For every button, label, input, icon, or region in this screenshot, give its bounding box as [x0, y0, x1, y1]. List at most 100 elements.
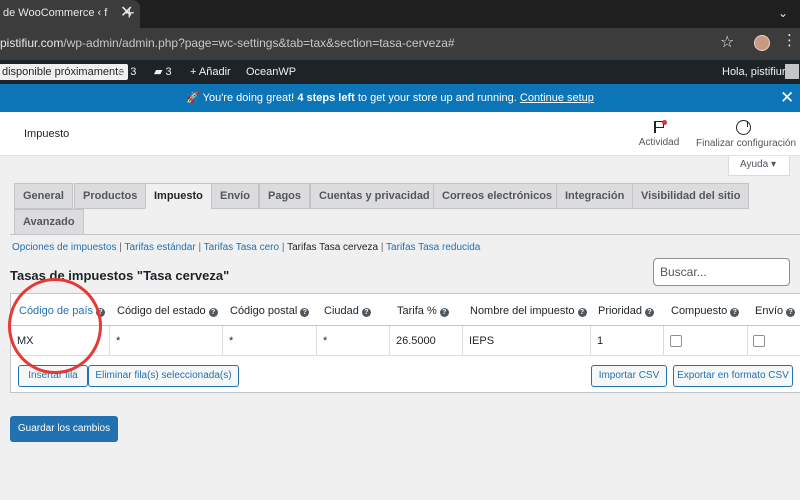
adminbar-notice[interactable]: disponible próximamente	[0, 64, 129, 80]
tab-tax[interactable]: Impuesto	[145, 183, 212, 209]
separator: |	[119, 242, 122, 253]
tab-products[interactable]: Productos	[74, 183, 147, 209]
store-setup-banner: 🚀 You're doing great! 4 steps left to ge…	[0, 84, 800, 112]
cell-priority[interactable]: 1	[591, 326, 664, 356]
help-icon: ?	[439, 308, 449, 317]
subsection-tax-options[interactable]: Opciones de impuestos	[12, 242, 117, 253]
tab-search-icon[interactable]: ⌄	[778, 0, 788, 26]
col-shipping: Envío?	[755, 295, 796, 326]
cell-rate[interactable]: 26.5000	[390, 326, 463, 356]
adminbar-updates[interactable]: ⟳ 3	[118, 60, 136, 84]
cell-postcode[interactable]: *	[223, 326, 317, 356]
activity-button[interactable]: Actividad	[633, 120, 685, 148]
tabs-divider	[10, 234, 800, 235]
cell-state[interactable]: *	[110, 326, 223, 356]
cell-shipping	[748, 326, 800, 356]
tab-accounts-privacy[interactable]: Cuentas y privacidad	[310, 183, 439, 209]
finish-setup-label: Finalizar configuración	[696, 138, 797, 149]
col-country-code[interactable]: Código de país?	[19, 295, 105, 326]
cell-country[interactable]: MX	[11, 326, 110, 356]
browser-tab-bar: de WooCommerce ‹ f ✕ + ⌄	[0, 0, 800, 28]
cell-city[interactable]: *	[317, 326, 390, 356]
notification-dot	[662, 120, 667, 125]
adminbar-add-new[interactable]: + Añadir	[190, 60, 231, 84]
url-field[interactable]: pistifiur.com/wp-admin/admin.php?page=wc…	[0, 36, 455, 50]
url-host: pistifiur.com	[0, 36, 64, 50]
col-compound: Compuesto?	[671, 295, 740, 326]
separator: |	[380, 242, 384, 253]
tab-payments[interactable]: Pagos	[259, 183, 311, 209]
col-postcode: Código postal?	[230, 295, 310, 326]
shipping-checkbox[interactable]	[753, 335, 765, 347]
banner-message: 🚀 You're doing great! 4 steps left to ge…	[0, 84, 780, 112]
tab-emails[interactable]: Correos electrónicos	[433, 183, 562, 209]
col-priority-label: Prioridad	[598, 305, 643, 317]
subsection-zero-rates[interactable]: Tarifas Tasa cero	[204, 242, 279, 253]
col-postcode-label: Código postal	[230, 305, 298, 317]
banner-text: to get your store up and running.	[357, 92, 517, 104]
search-input[interactable]	[653, 258, 790, 286]
address-bar: pistifiur.com/wp-admin/admin.php?page=wc…	[0, 28, 800, 60]
rocket-icon: 🚀	[186, 92, 200, 104]
col-rate: Tarifa %?	[397, 295, 449, 326]
col-tax-name: Nombre del impuesto?	[470, 295, 587, 326]
adminbar-comments[interactable]: ▰ 3	[154, 60, 172, 84]
col-city-label: Ciudad	[324, 305, 359, 317]
help-icon: ?	[300, 308, 310, 317]
help-tab-button[interactable]: Ayuda ▾	[728, 156, 790, 176]
tab-shipping[interactable]: Envío	[211, 183, 259, 209]
col-country-label: Código de país	[19, 305, 93, 317]
updates-icon: ⟳	[118, 66, 128, 78]
banner-lead: You're doing great!	[202, 92, 295, 104]
section-heading: Tasas de impuestos "Tasa cerveza"	[10, 268, 230, 283]
col-shipping-label: Envío	[755, 305, 784, 317]
close-banner-icon[interactable]: ✕	[780, 88, 794, 108]
user-avatar[interactable]	[785, 64, 799, 79]
adminbar-greeting[interactable]: Hola, pistifiur	[722, 60, 786, 84]
browser-tab[interactable]: de WooCommerce ‹ f	[0, 0, 140, 28]
updates-count: 3	[130, 66, 137, 78]
tab-site-visibility[interactable]: Visibilidad del sitio	[632, 183, 750, 209]
help-icon: ?	[645, 308, 655, 317]
subsection-reduced-rates[interactable]: Tarifas Tasa reducida	[386, 242, 480, 253]
wp-admin-bar: disponible próximamente ⟳ 3 ▰ 3 + Añadir…	[0, 60, 800, 84]
comments-count: 3	[165, 66, 172, 78]
import-csv-button[interactable]: Importar CSV	[591, 365, 667, 387]
new-tab-icon[interactable]: +	[124, 0, 135, 26]
cell-compound	[664, 326, 748, 356]
help-icon: ?	[208, 308, 218, 317]
compound-checkbox[interactable]	[670, 335, 682, 347]
banner-steps-left: 4 steps left	[297, 92, 355, 104]
tab-advanced[interactable]: Avanzado	[14, 209, 84, 235]
profile-avatar-icon[interactable]	[754, 35, 770, 51]
cell-tax-name[interactable]: IEPS	[463, 326, 591, 356]
continue-setup-link[interactable]: Continue setup	[520, 92, 594, 104]
tax-subsections: Opciones de impuestos | Tarifas estándar…	[12, 242, 480, 253]
separator: |	[281, 242, 285, 253]
col-city: Ciudad?	[324, 295, 371, 326]
help-icon: ?	[361, 308, 371, 317]
browser-menu-icon[interactable]: ⋮	[782, 32, 797, 50]
adminbar-theme[interactable]: OceanWP	[246, 60, 296, 84]
progress-ring-icon	[736, 120, 751, 135]
woocommerce-header: Impuesto Actividad Finalizar configuraci…	[0, 112, 800, 156]
save-changes-button[interactable]: Guardar los cambios	[10, 416, 118, 442]
tab-general[interactable]: General	[14, 183, 73, 209]
insert-row-button[interactable]: Insertar fila	[18, 365, 88, 387]
export-csv-button[interactable]: Exportar en formato CSV	[673, 365, 793, 387]
col-compound-label: Compuesto	[671, 305, 728, 317]
bookmark-star-icon[interactable]: ☆	[720, 32, 734, 52]
plus-icon: +	[190, 66, 197, 78]
col-state-label: Código del estado	[117, 305, 206, 317]
separator: |	[198, 242, 202, 253]
tab-integration[interactable]: Integración	[556, 183, 634, 209]
remove-rows-button[interactable]: Eliminar fila(s) seleccionada(s)	[88, 365, 239, 387]
subsection-standard-rates[interactable]: Tarifas estándar	[125, 242, 196, 253]
page-title: Impuesto	[24, 128, 70, 140]
comments-icon: ▰	[154, 66, 163, 78]
help-icon: ?	[96, 308, 105, 317]
add-new-label: Añadir	[198, 66, 231, 78]
tax-rates-table: Código de país? Código del estado? Códig…	[10, 293, 800, 393]
help-icon: ?	[786, 308, 796, 317]
finish-setup-button[interactable]: Finalizar configuración	[696, 120, 800, 149]
